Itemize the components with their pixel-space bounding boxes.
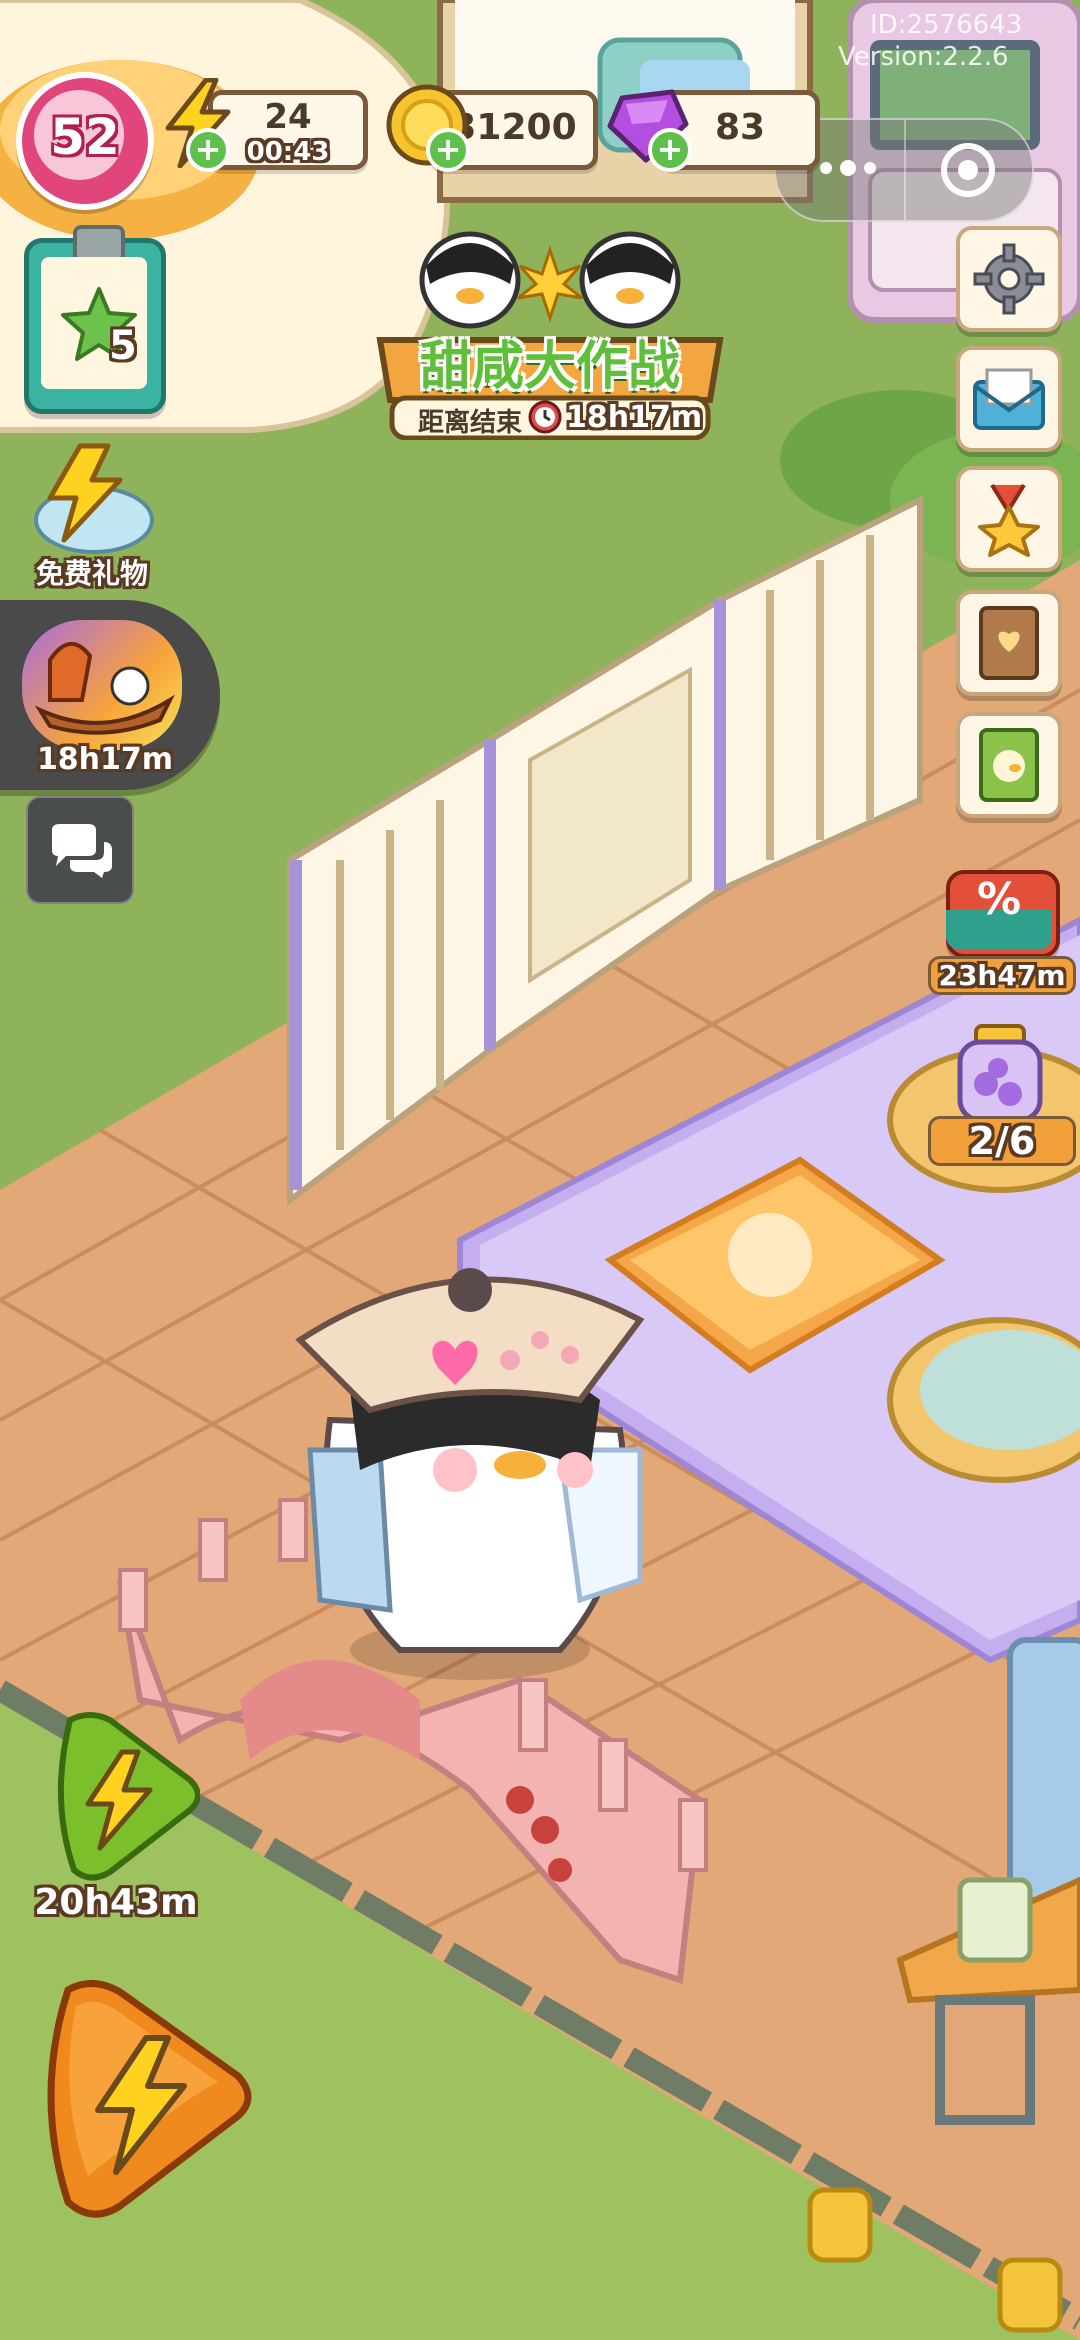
orange-boost-button[interactable] — [28, 1976, 258, 2226]
debug-id: ID:2576643 — [870, 10, 1023, 40]
free-gift-label: 免费礼物 — [35, 557, 148, 590]
album-button[interactable] — [956, 712, 1062, 818]
green-boost-button[interactable]: 20h43m — [30, 1710, 200, 1923]
target-icon[interactable] — [936, 138, 1000, 202]
debug-version: Version:2.2.6 — [838, 42, 1009, 72]
event-banner[interactable]: 甜咸大作战 距离结束 18h17m — [370, 220, 730, 440]
green-boost-icon — [57, 1712, 200, 1881]
jar-event-button[interactable]: 2/6 — [928, 1024, 1076, 1166]
capsule-divider — [904, 120, 906, 220]
gem-plus-icon[interactable]: + — [648, 128, 692, 172]
achievements-button[interactable] — [956, 466, 1062, 572]
quest-count: 5 — [109, 323, 137, 369]
clock-icon — [528, 400, 562, 434]
mail-button[interactable] — [956, 346, 1062, 452]
boat-event-timer: 18h17m — [36, 742, 174, 777]
event-countdown: 18h17m — [566, 400, 703, 435]
gear-icon — [973, 243, 1045, 315]
dragon-boat-icon — [34, 642, 175, 735]
level-number: 52 — [50, 108, 120, 166]
chat-icon — [52, 824, 112, 878]
gift-icon — [34, 443, 154, 554]
game-scene: ID:2576643 Version:2.2.6 52 24 00:43 + 3… — [0, 0, 1080, 2340]
settings-button[interactable] — [956, 226, 1062, 332]
green-boost-timer: 20h43m — [34, 1882, 198, 1923]
handbook-button[interactable] — [956, 590, 1062, 696]
jar-progress: 2/6 — [928, 1116, 1076, 1166]
boat-event-button[interactable]: 18h17m — [0, 600, 220, 790]
energy-plus-icon[interactable]: + — [186, 128, 230, 172]
coin-plus-icon[interactable]: + — [426, 128, 470, 172]
medal-icon — [978, 483, 1040, 557]
event-title: 甜咸大作战 — [419, 337, 680, 397]
orange-boost-icon — [47, 1980, 252, 2218]
mail-icon — [973, 368, 1045, 430]
event-countdown-label: 距离结束 — [417, 408, 522, 438]
free-gift-button[interactable]: 免费礼物 — [14, 440, 170, 596]
more-icon[interactable] — [816, 156, 880, 180]
book-icon — [979, 606, 1039, 680]
quest-board-button[interactable]: 5 — [24, 225, 166, 414]
level-badge[interactable]: 52 — [16, 72, 154, 210]
shop-sale-button[interactable]: % 23h47m — [928, 870, 1076, 1000]
shop-sale-timer: 23h47m — [928, 956, 1076, 995]
album-icon — [979, 728, 1039, 802]
chat-button[interactable] — [26, 796, 134, 904]
percent-icon: % — [976, 874, 1022, 925]
jar-icon — [957, 1024, 1043, 1123]
